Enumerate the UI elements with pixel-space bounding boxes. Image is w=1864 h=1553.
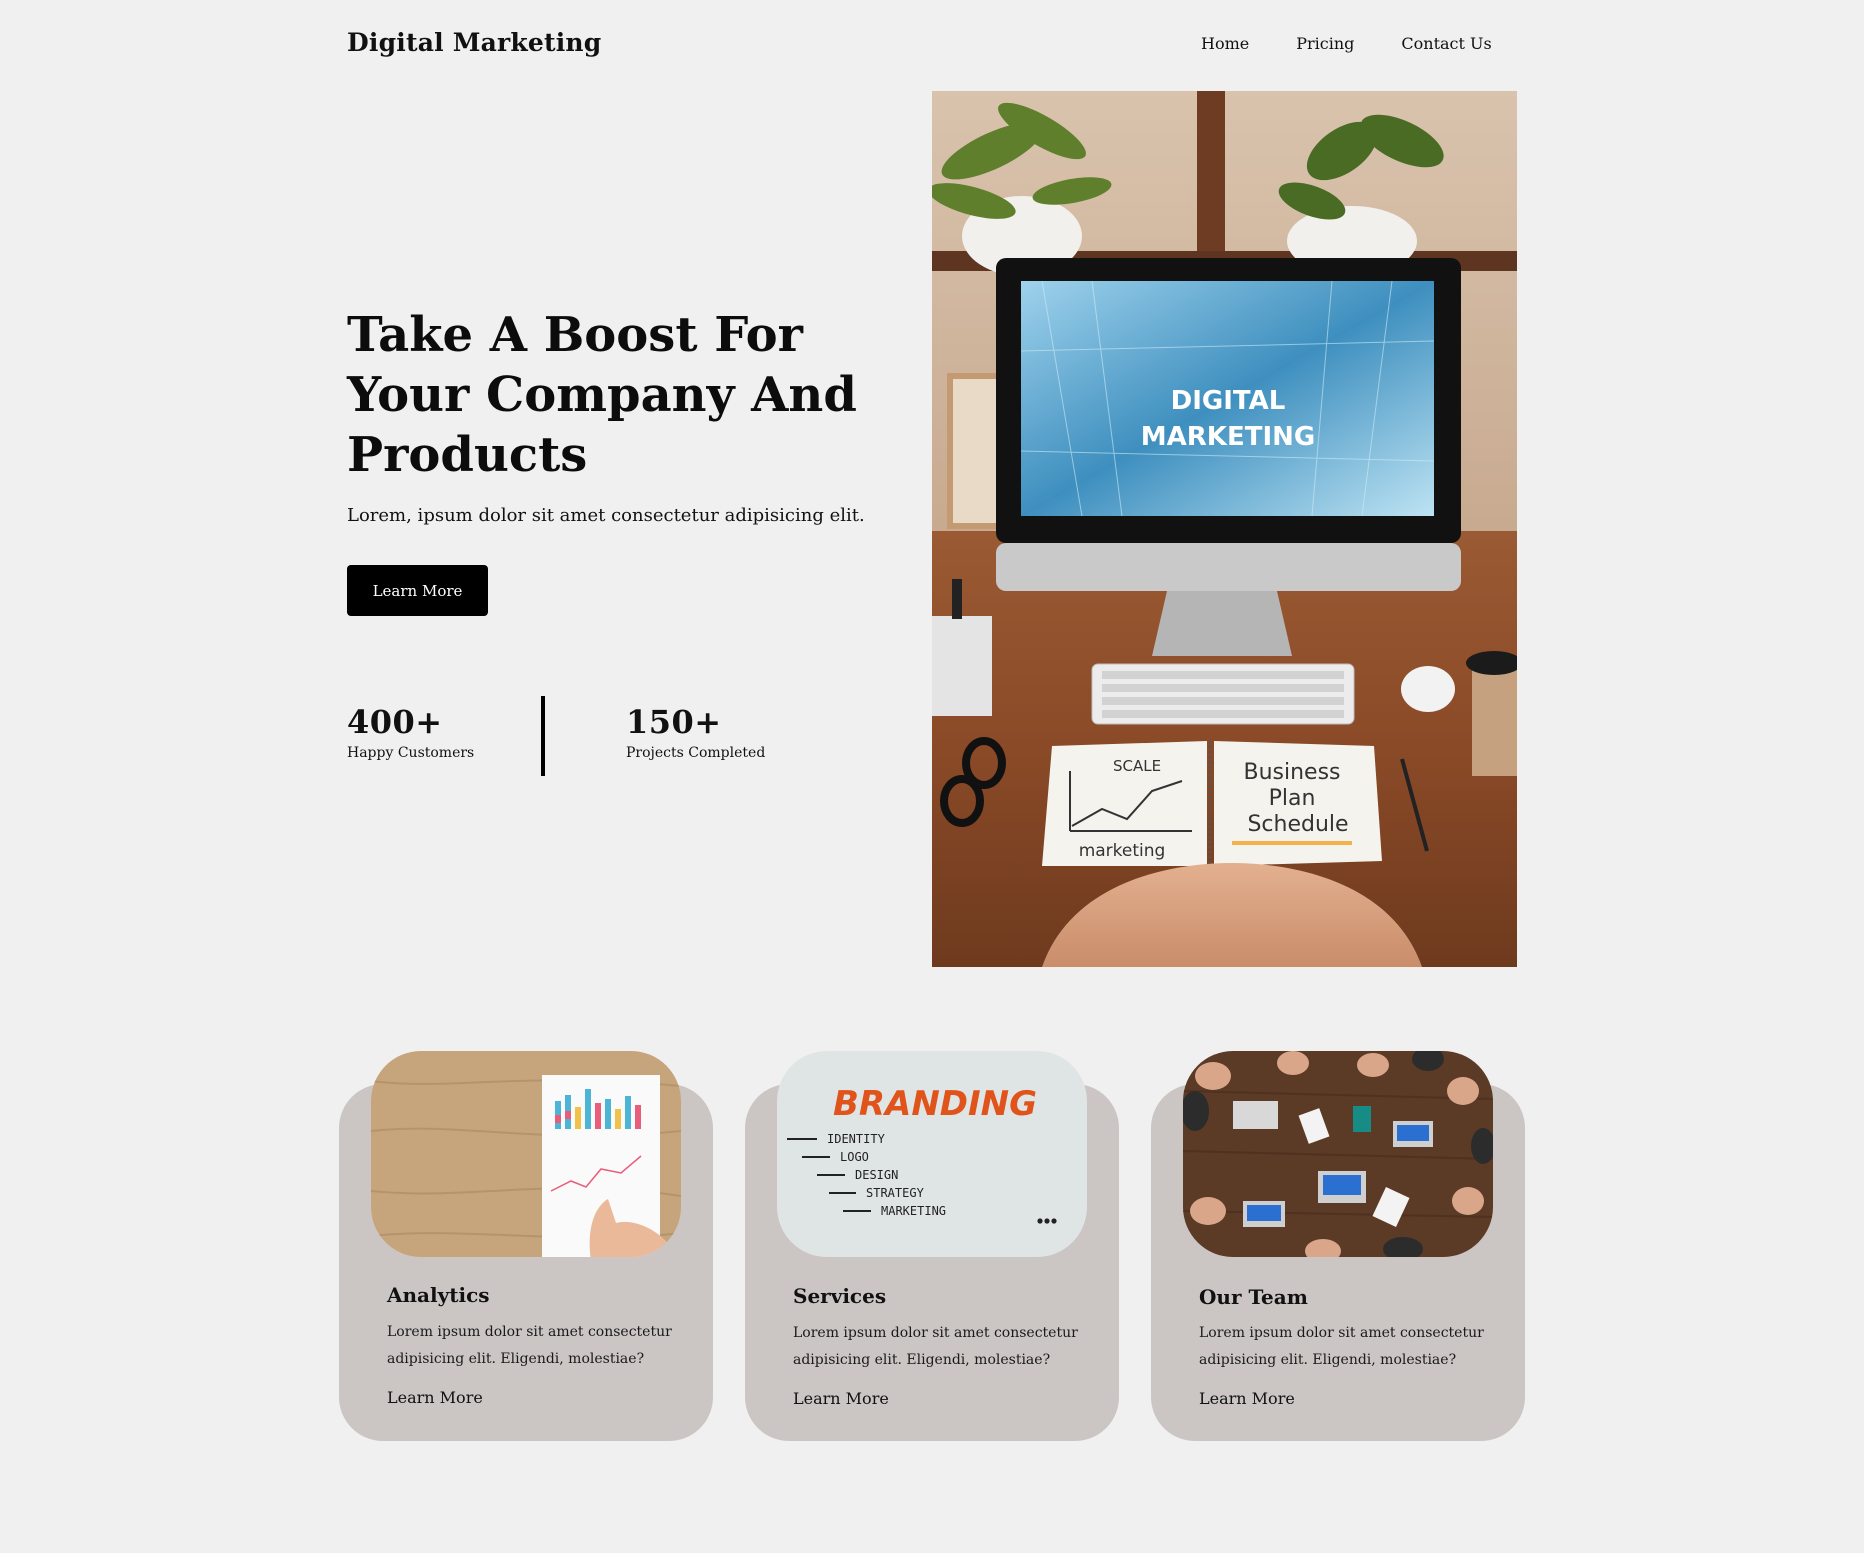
card-title-our-team: Our Team xyxy=(1199,1285,1308,1309)
branding-item-identity: IDENTITY xyxy=(827,1132,886,1146)
card-text-analytics: Lorem ipsum dolor sit amet consectetur a… xyxy=(387,1324,672,1367)
notebook-schedule-text: Schedule xyxy=(1247,812,1348,837)
screen-text-line1: DIGITAL xyxy=(1171,386,1286,416)
stat-divider xyxy=(541,696,545,776)
learn-more-button[interactable]: Learn More xyxy=(347,565,488,616)
brand-logo[interactable]: Digital Marketing xyxy=(347,28,601,57)
notebook-plan-text: Plan xyxy=(1269,786,1316,811)
branding-heading: BRANDING xyxy=(833,1084,1037,1124)
nav-contact-us[interactable]: Contact Us xyxy=(1401,34,1491,53)
main-nav: Home Pricing Contact Us xyxy=(1201,34,1492,53)
stat-projects-label: Projects Completed xyxy=(626,745,766,761)
services-image: BRANDING IDENTITY LOGO DESIGN STRATEGY M… xyxy=(777,1051,1087,1257)
stat-customers-number: 400+ xyxy=(347,703,443,741)
stat-customers-label: Happy Customers xyxy=(347,745,475,761)
branding-item-logo: LOGO xyxy=(840,1150,869,1164)
screen-text-line2: MARKETING xyxy=(1141,422,1315,452)
analytics-image xyxy=(371,1051,681,1257)
hero-subtitle: Lorem, ipsum dolor sit amet consectetur … xyxy=(347,505,865,526)
card-title-analytics: Analytics xyxy=(387,1283,490,1307)
nav-pricing[interactable]: Pricing xyxy=(1296,34,1354,53)
team-image xyxy=(1183,1051,1493,1257)
card-link-services[interactable]: Learn More xyxy=(793,1389,889,1408)
card-text-services: Lorem ipsum dolor sit amet consectetur a… xyxy=(793,1325,1078,1368)
notebook-business-text: Business xyxy=(1243,760,1340,785)
nav-home[interactable]: Home xyxy=(1201,34,1249,53)
branding-item-marketing: MARKETING xyxy=(881,1204,946,1218)
notebook-marketing-text: marketing xyxy=(1079,841,1166,861)
card-link-our-team[interactable]: Learn More xyxy=(1199,1389,1295,1408)
card-title-services: Services xyxy=(793,1284,887,1308)
card-link-analytics[interactable]: Learn More xyxy=(387,1388,483,1407)
branding-item-design: DESIGN xyxy=(855,1168,898,1182)
hero-image: DIGITAL MARKETING SCALE marketing Busine… xyxy=(932,91,1517,967)
notebook-scale-text: SCALE xyxy=(1113,757,1161,775)
card-text-our-team: Lorem ipsum dolor sit amet consectetur a… xyxy=(1199,1325,1484,1368)
hero-title: Take A Boost For Your Company And Produc… xyxy=(347,307,857,483)
branding-item-strategy: STRATEGY xyxy=(866,1186,925,1200)
stat-projects-number: 150+ xyxy=(626,703,722,741)
